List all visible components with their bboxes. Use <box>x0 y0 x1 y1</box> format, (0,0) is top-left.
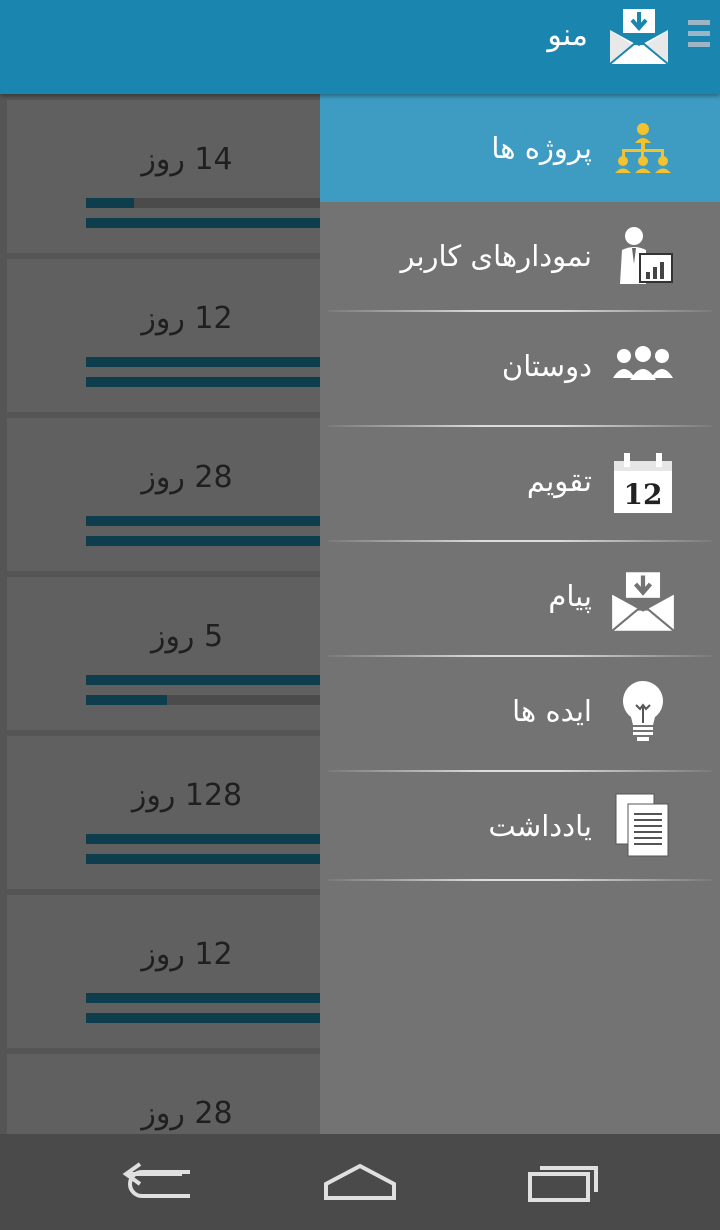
drawer-item-label: نمودارهای کاربر <box>400 239 592 273</box>
drawer-item-label: پیام <box>548 579 592 613</box>
drawer-item-projects[interactable]: پروژه ها <box>320 94 720 202</box>
drawer-item-friends[interactable]: دوستان <box>320 312 720 420</box>
back-icon[interactable] <box>120 1158 200 1208</box>
drawer-item-label: یادداشت <box>488 809 592 843</box>
svg-text:12: 12 <box>624 478 663 511</box>
divider <box>328 879 712 881</box>
days-remaining: 5 روز <box>150 619 224 654</box>
days-remaining: 28 روز <box>141 460 233 495</box>
home-icon[interactable] <box>320 1158 400 1208</box>
page-title: منو <box>547 18 588 53</box>
org-chart-icon <box>615 123 671 173</box>
app-bar: منو <box>0 0 720 94</box>
days-remaining: 14 روز <box>141 142 233 177</box>
progress-fill <box>86 218 356 228</box>
group-icon <box>613 346 673 380</box>
drawer-item-label: دوستان <box>501 349 592 383</box>
drawer-item-messages[interactable]: پیام <box>320 542 720 650</box>
drawer-item-label: ایده ها <box>512 694 592 728</box>
mail-download-icon[interactable] <box>608 6 670 66</box>
drawer-item-label: تقویم <box>526 464 592 498</box>
drawer-item-label: پروژه ها <box>491 131 592 165</box>
lightbulb-icon <box>623 681 663 741</box>
drawer-item-calendar[interactable]: 12 تقویم <box>320 427 720 535</box>
days-remaining: 12 روز <box>141 937 233 972</box>
drawer-item-notes[interactable]: یادداشت <box>320 772 720 880</box>
calendar-icon: 12 <box>614 453 672 513</box>
user-chart-icon <box>620 227 673 284</box>
notes-icon <box>615 793 669 857</box>
progress-fill <box>86 198 134 208</box>
days-remaining: 12 روز <box>141 301 233 336</box>
drawer-item-ideas[interactable]: ایده ها <box>320 657 720 765</box>
mail-download-icon <box>611 570 675 632</box>
progress-fill <box>86 695 167 705</box>
overflow-lines-icon[interactable] <box>686 20 712 54</box>
days-remaining: 128 روز <box>131 778 243 813</box>
recents-icon[interactable] <box>522 1158 602 1208</box>
drawer-item-user-charts[interactable]: نمودارهای کاربر <box>320 202 720 310</box>
navigation-drawer: پروژه ها نمودارهای کاربر دوستان 12 تقویم… <box>320 94 720 1134</box>
system-nav-bar <box>0 1134 720 1230</box>
days-remaining: 28 روز <box>141 1096 233 1131</box>
